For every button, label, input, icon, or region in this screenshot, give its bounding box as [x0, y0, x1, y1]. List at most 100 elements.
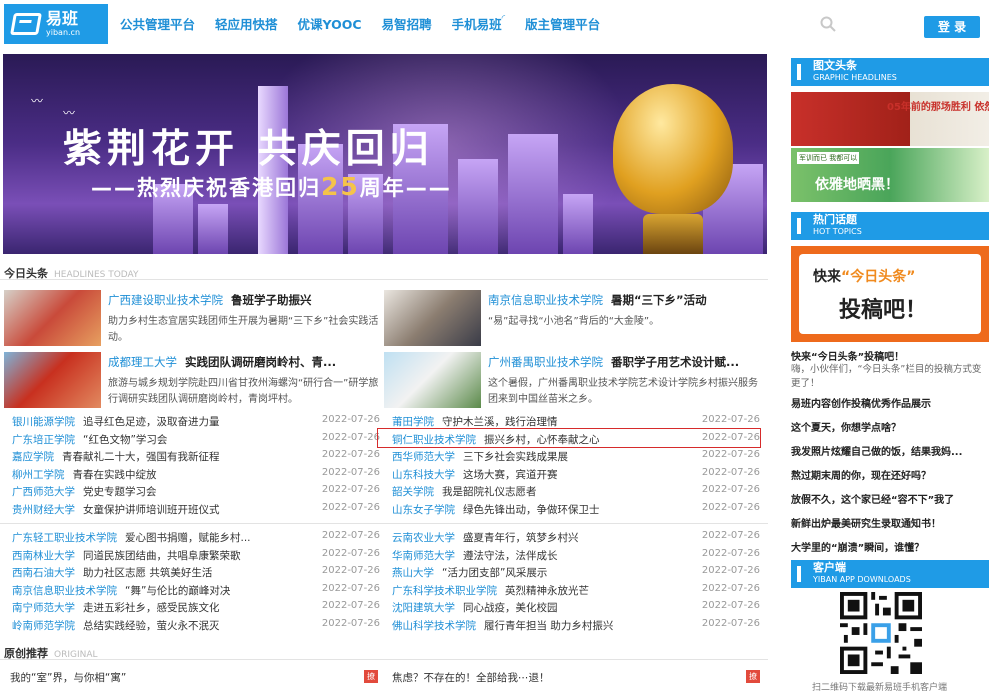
- list-item-title[interactable]: “红色文物”学习会: [83, 434, 167, 446]
- list-item[interactable]: 西南林业大学 同道民族团结曲，共唱阜康繁荣歌 2022-07-26: [12, 548, 392, 566]
- list-item-title[interactable]: “舞”与伦比的巅峰对决: [125, 585, 230, 597]
- card-school[interactable]: 成都理工大学: [108, 355, 177, 369]
- list-item[interactable]: 柳州工学院 青春在实践中绽放 2022-07-26: [12, 467, 392, 485]
- card-title[interactable]: 实践团队调研磨岗岭村、青...: [185, 355, 336, 369]
- list-item-title[interactable]: “活力团支部”风采展示: [442, 567, 547, 579]
- list-item[interactable]: 南宁师范大学 走进五彩社乡，感受民族文化 2022-07-26: [12, 600, 392, 618]
- topic-item[interactable]: 快来“今日头条”投稿吧！: [791, 348, 904, 363]
- list-item-title[interactable]: 党史专题学习会: [83, 486, 157, 498]
- card-title[interactable]: 鲁班学子助振兴: [231, 293, 312, 307]
- list-item[interactable]: 佛山科学技术学院 履行青年担当 助力乡村振兴 2022-07-26: [392, 618, 772, 636]
- list-item[interactable]: 云南农业大学 盛夏青年行，筑梦乡村兴 2022-07-26: [392, 530, 772, 548]
- list-item-school[interactable]: 广东轻工职业技术学院: [12, 532, 117, 544]
- list-item-school[interactable]: 西南林业大学: [12, 550, 75, 562]
- list-item-school[interactable]: 西南石油大学: [12, 567, 75, 579]
- list-item[interactable]: 嘉应学院 青春献礼二十大，强国有我新征程 2022-07-26: [12, 449, 392, 467]
- original-item-title[interactable]: 我的“室”界，与你相“寓”: [10, 672, 126, 684]
- nav-yooc[interactable]: 优课YOOC: [298, 14, 362, 33]
- list-item[interactable]: 银川能源学院 追寻红色足迹，汲取奋进力量 2022-07-26: [12, 414, 392, 432]
- list-item-school[interactable]: 韶关学院: [392, 486, 434, 498]
- nav-mobile[interactable]: 手机易班◜: [452, 14, 506, 33]
- list-item-title[interactable]: 同道民族团结曲，共唱阜康繁荣歌: [83, 550, 241, 562]
- list-item[interactable]: 山东女子学院 绿色先锋出动，争做环保卫士 2022-07-26: [392, 502, 772, 520]
- list-item[interactable]: 华南师范大学 遵法守法，法伴成长 2022-07-26: [392, 548, 772, 566]
- list-item[interactable]: 南京信息职业技术学院 “舞”与伦比的巅峰对决 2022-07-26: [12, 583, 392, 601]
- list-item-title[interactable]: 总结实践经验，萤火永不泯灭: [83, 620, 220, 632]
- list-item-title[interactable]: 英烈精神永放光芒: [505, 585, 589, 597]
- nav-recruit[interactable]: 易智招聘: [382, 14, 432, 33]
- list-item-school[interactable]: 山东女子学院: [392, 504, 455, 516]
- list-item-school[interactable]: 佛山科学技术学院: [392, 620, 476, 632]
- list-item-school[interactable]: 华南师范大学: [392, 550, 455, 562]
- list-item[interactable]: 广西师范大学 党史专题学习会 2022-07-26: [12, 484, 392, 502]
- card-title[interactable]: 暑期“三下乡”活动: [611, 293, 707, 307]
- list-item-school[interactable]: 贵州财经大学: [12, 504, 75, 516]
- list-item-title[interactable]: 履行青年担当 助力乡村振兴: [484, 620, 613, 632]
- topic-item[interactable]: 易班内容创作投稿优秀作品展示: [791, 395, 931, 410]
- list-item-title[interactable]: 助力社区志愿 共筑美好生活: [83, 567, 212, 579]
- hero-banner[interactable]: 〰 〰 紫荆花开 共庆回归 ——热烈庆祝香港回归25周年——: [3, 54, 767, 254]
- login-button[interactable]: 登 录: [924, 16, 980, 38]
- list-item-school[interactable]: 云南农业大学: [392, 532, 455, 544]
- list-item[interactable]: 沈阳建筑大学 同心战疫，美化校园 2022-07-26: [392, 600, 772, 618]
- headline-card[interactable]: 广西建设职业技术学院 鲁班学子助振兴 助力乡村生态宜居实践团师生开展为暑期“三下乡…: [4, 290, 384, 356]
- nav-moderator[interactable]: 版主管理平台: [525, 14, 600, 33]
- list-item[interactable]: 燕山大学 “活力团支部”风采展示 2022-07-26: [392, 565, 772, 583]
- submit-poster[interactable]: 快来“今日头条” 投稿吧！: [791, 246, 989, 342]
- list-item-title[interactable]: 我是韶院礼仪志愿者: [442, 486, 537, 498]
- topic-item[interactable]: 熬过期末周的你，现在还好吗？: [791, 467, 931, 482]
- list-item[interactable]: 山东科技大学 这场大赛，宾道开赛 2022-07-26: [392, 467, 772, 485]
- list-item[interactable]: 西华师范大学 三下乡社会实践成果展 2022-07-26: [392, 449, 772, 467]
- list-item-title[interactable]: 女童保护讲师培训班开班仪式: [83, 504, 220, 516]
- graphic-headline-image[interactable]: 军训而已 我都可以 依雅地晒黑！: [791, 148, 989, 202]
- card-school[interactable]: 南京信息职业技术学院: [488, 293, 603, 307]
- list-item-title[interactable]: 这场大赛，宾道开赛: [463, 469, 558, 481]
- headline-thumbnail[interactable]: [4, 290, 101, 346]
- list-item-school[interactable]: 燕山大学: [392, 567, 434, 579]
- list-item-school[interactable]: 银川能源学院: [12, 416, 75, 428]
- headline-card[interactable]: 南京信息职业技术学院 暑期“三下乡”活动 “易”起寻找“小池名”背后的“大金陵”。: [384, 290, 764, 356]
- original-item-title[interactable]: 焦虑？不存在的！全部给我⋯退！: [392, 672, 550, 684]
- list-item-title[interactable]: 绿色先锋出动，争做环保卫士: [463, 504, 600, 516]
- card-school[interactable]: 广州番禺职业技术学院: [488, 355, 603, 369]
- list-item[interactable]: 贵州财经大学 女童保护讲师培训班开班仪式 2022-07-26: [12, 502, 392, 520]
- list-item-school[interactable]: 广东科学技术职业学院: [392, 585, 497, 597]
- list-item[interactable]: 广东科学技术职业学院 英烈精神永放光芒 2022-07-26: [392, 583, 772, 601]
- list-item-school[interactable]: 广东培正学院: [12, 434, 75, 446]
- list-item-title[interactable]: 守护木兰溪，践行治理情: [442, 416, 558, 428]
- list-item[interactable]: 岭南师范学院 总结实践经验，萤火永不泯灭 2022-07-26: [12, 618, 392, 636]
- list-item[interactable]: 广东轻工职业技术学院 爱心图书捐赠，赋能乡村... 2022-07-26: [12, 530, 392, 548]
- headline-card[interactable]: 成都理工大学 实践团队调研磨岗岭村、青... 旅游与城乡规划学院赴四川省甘孜州海螺…: [4, 352, 384, 418]
- list-item-title[interactable]: 青春献礼二十大，强国有我新征程: [62, 451, 220, 463]
- list-item-school[interactable]: 广西师范大学: [12, 486, 75, 498]
- nav-light-app[interactable]: 轻应用快搭: [215, 14, 278, 33]
- topic-item[interactable]: 放假不久，这个家已经“容不下”我了: [791, 491, 954, 506]
- original-item[interactable]: 焦虑？不存在的！全部给我⋯退！ 撩: [392, 670, 772, 685]
- card-school[interactable]: 广西建设职业技术学院: [108, 293, 223, 307]
- headline-thumbnail[interactable]: [4, 352, 101, 408]
- list-item[interactable]: 韶关学院 我是韶院礼仪志愿者 2022-07-26: [392, 484, 772, 502]
- list-item[interactable]: 广东培正学院 “红色文物”学习会 2022-07-26: [12, 432, 392, 450]
- original-item[interactable]: 我的“室”界，与你相“寓” 撩: [10, 670, 390, 685]
- list-item-school[interactable]: 山东科技大学: [392, 469, 455, 481]
- topic-item[interactable]: 这个夏天，你想学点啥？: [791, 419, 901, 434]
- headline-thumbnail[interactable]: [384, 290, 481, 346]
- list-item-school[interactable]: 柳州工学院: [12, 469, 65, 481]
- list-item-school[interactable]: 岭南师范学院: [12, 620, 75, 632]
- graphic-headline-image[interactable]: 05年前的那场胜利 依然振奋人心！: [791, 92, 989, 146]
- list-item-school[interactable]: 嘉应学院: [12, 451, 54, 463]
- headline-card[interactable]: 广州番禺职业技术学院 番职学子用艺术设计赋... 这个暑假，广州番禺职业技术学院艺…: [384, 352, 764, 418]
- list-item-school[interactable]: 沈阳建筑大学: [392, 602, 455, 614]
- list-item-title[interactable]: 同心战疫，美化校园: [463, 602, 558, 614]
- card-title[interactable]: 番职学子用艺术设计赋...: [611, 355, 739, 369]
- list-item-title[interactable]: 青春在实践中绽放: [73, 469, 157, 481]
- nav-public-admin[interactable]: 公共管理平台: [120, 14, 195, 33]
- list-item-school[interactable]: 南宁师范大学: [12, 602, 75, 614]
- list-item-title[interactable]: 盛夏青年行，筑梦乡村兴: [463, 532, 579, 544]
- list-item-title[interactable]: 走进五彩社乡，感受民族文化: [83, 602, 220, 614]
- list-item[interactable]: 西南石油大学 助力社区志愿 共筑美好生活 2022-07-26: [12, 565, 392, 583]
- list-item-title[interactable]: 三下乡社会实践成果展: [463, 451, 568, 463]
- list-item-school[interactable]: 莆田学院: [392, 416, 434, 428]
- topic-item[interactable]: 我发照片炫耀自己做的饭，结果我妈...: [791, 443, 962, 458]
- yiban-logo[interactable]: 易班 yiban.cn: [4, 4, 108, 44]
